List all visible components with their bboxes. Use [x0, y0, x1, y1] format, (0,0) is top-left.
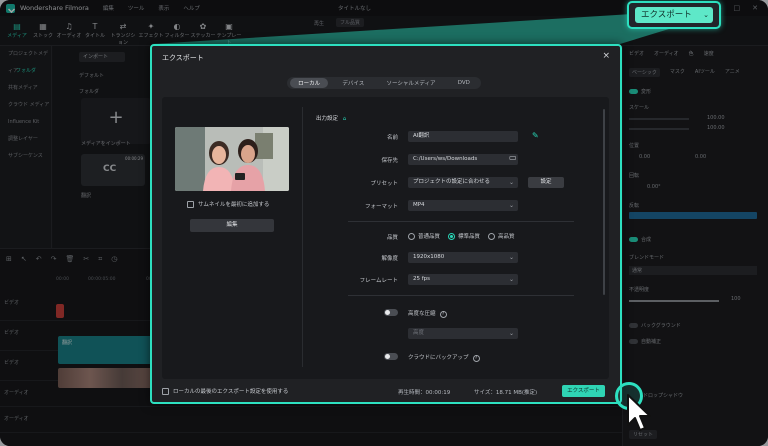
framerate-label: フレームレート — [359, 278, 398, 284]
settings-info-icon[interactable]: ⌂ — [343, 116, 347, 122]
tab-dvd[interactable]: DVD — [450, 79, 478, 87]
use-last-settings-row[interactable]: ローカルの最後のエクスポート設定を使用する — [162, 387, 288, 395]
use-last-settings-checkbox[interactable] — [162, 387, 169, 395]
export-dialog: エクスポート × ローカル デバイス ソーシャルメディア DVD サムネイルを最… — [150, 44, 622, 404]
radio-selected-icon — [448, 232, 456, 240]
tab-local[interactable]: ローカル — [290, 78, 329, 88]
divider — [348, 295, 574, 296]
compression-select[interactable]: 高度 ⌄ — [408, 328, 518, 339]
help-icon[interactable]: ? — [439, 311, 447, 318]
add-thumbnail-checkbox-row[interactable]: サムネイルを最初に追加する — [187, 200, 269, 208]
compression-toggle[interactable] — [384, 309, 398, 316]
mouse-cursor-icon — [627, 394, 651, 431]
add-thumbnail-label: サムネイルを最初に追加する — [198, 202, 270, 208]
export-tabs: ローカル デバイス ソーシャルメディア DVD — [287, 77, 481, 89]
chevron-down-icon: ⌄ — [508, 276, 514, 283]
quality-standard-radio[interactable]: 標準品質 — [448, 232, 480, 240]
top-export-button[interactable]: エクスポート ⌄ — [635, 7, 713, 23]
format-label: フォーマット — [364, 204, 398, 210]
quality-radio-group: 普通品質 標準品質 高品質 — [408, 232, 523, 240]
chevron-down-icon: ⌄ — [508, 202, 514, 209]
tab-social-media[interactable]: ソーシャルメディア — [378, 78, 443, 88]
preset-label: プリセット — [370, 181, 398, 187]
ai-rename-icon[interactable]: ✎ — [532, 131, 539, 140]
framerate-select[interactable]: 25 fps ⌄ — [408, 274, 518, 285]
resolution-select[interactable]: 1920x1080 ⌄ — [408, 252, 518, 263]
preset-select[interactable]: プロジェクトの設定に合わせる ⌄ — [408, 177, 518, 188]
radio-icon — [408, 232, 415, 240]
cloud-backup-toggle[interactable] — [384, 353, 398, 360]
duration-info: 再生時間：00:00:19 — [398, 390, 451, 396]
name-label: 名前 — [386, 135, 398, 141]
save-to-input[interactable]: C:/Users/ws/Downloads — [408, 154, 518, 165]
screenshot-frame: Wondershare Filmora 編集 ツール 表示 ヘルプ タイトルなし… — [0, 0, 768, 446]
settings-scrollbar[interactable] — [603, 109, 605, 295]
chevron-down-icon: ⌄ — [508, 254, 514, 261]
preset-settings-button[interactable]: 設定 — [528, 177, 564, 188]
export-settings-area: サムネイルを最初に追加する 編集 出力設定 ⌂ 名前 AI翻訳 ✎ 保存先 C:… — [162, 97, 609, 379]
add-thumbnail-checkbox[interactable] — [187, 200, 194, 208]
radio-icon — [488, 232, 496, 240]
name-input[interactable]: AI翻訳 — [408, 131, 518, 142]
quality-normal-radio[interactable]: 普通品質 — [408, 232, 440, 240]
chevron-down-icon: ⌄ — [508, 330, 514, 337]
edit-thumbnail-button[interactable]: 編集 — [190, 219, 274, 232]
save-to-label: 保存先 — [381, 158, 398, 164]
close-icon[interactable]: × — [602, 51, 610, 61]
tab-device[interactable]: デバイス — [334, 78, 372, 88]
chevron-down-icon: ⌄ — [508, 179, 514, 186]
thumbnail-image — [175, 127, 289, 191]
format-select[interactable]: MP4 ⌄ — [408, 200, 518, 211]
quality-high-radio[interactable]: 高品質 — [488, 232, 515, 240]
chevron-down-icon: ⌄ — [703, 11, 709, 19]
cloud-backup-label: クラウドにバックアップ? — [408, 353, 480, 362]
quality-label: 品質 — [386, 235, 398, 241]
use-last-settings-label: ローカルの最後のエクスポート設定を使用する — [173, 389, 289, 395]
panel-divider — [302, 107, 303, 367]
size-info: サイズ：18.71 MB(推定) — [474, 390, 538, 396]
help-icon[interactable]: ? — [472, 355, 480, 362]
resolution-label: 解像度 — [381, 256, 398, 262]
output-settings-title: 出力設定 ⌂ — [316, 116, 347, 122]
export-button[interactable]: エクスポート — [562, 385, 605, 397]
export-callout: エクスポート ⌄ — [627, 1, 721, 29]
dialog-title: エクスポート — [162, 54, 204, 62]
export-thumbnail — [175, 127, 289, 191]
folder-icon[interactable]: ▭ — [509, 153, 517, 162]
compression-label: 高度な圧縮? — [408, 309, 447, 318]
divider — [348, 221, 574, 222]
